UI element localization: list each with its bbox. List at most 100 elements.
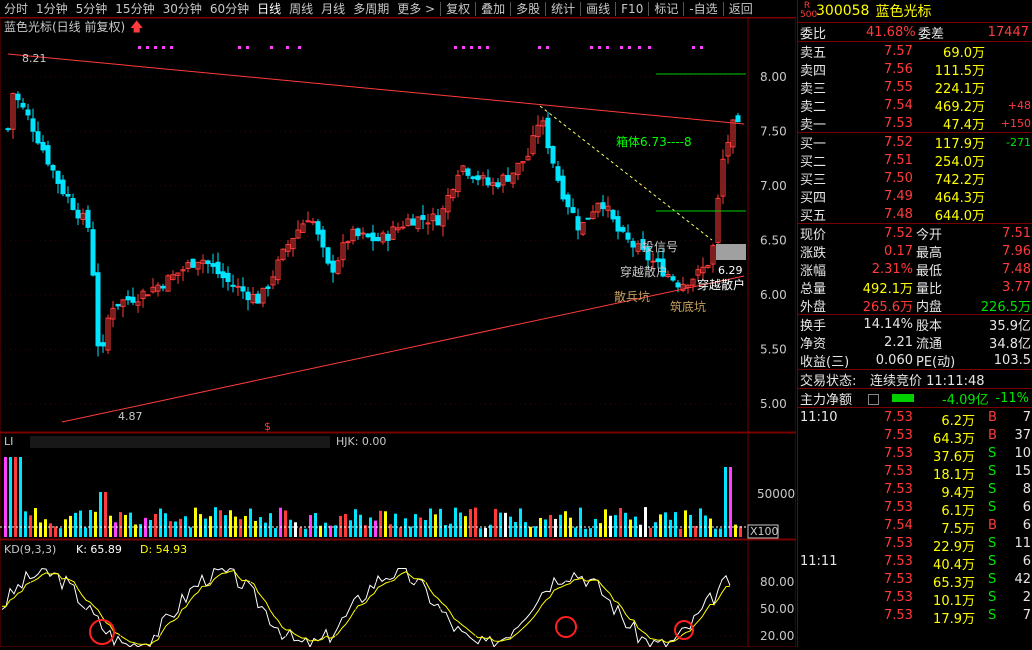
book-change: +48 (1007, 98, 1031, 112)
signal-markers (138, 46, 703, 49)
volume-bar (49, 523, 52, 537)
candle-body (575, 216, 581, 231)
kd-d-value: D: 54.93 (140, 543, 187, 556)
tick-volume: 40.4万 (933, 558, 975, 573)
volume-bar (89, 509, 92, 537)
list-icon[interactable] (868, 394, 879, 405)
toolbar-item-19[interactable]: 返回 (725, 1, 757, 17)
candle-body (55, 170, 61, 184)
candle-body (545, 117, 551, 149)
volume-bar (284, 510, 287, 537)
main-flow-row[interactable]: 主力净额 -4.09亿 -11% (798, 389, 1032, 408)
volume-bar (454, 507, 457, 537)
tick-time: 11:10 (800, 410, 838, 425)
candle-body (75, 209, 81, 219)
toolbar-item-5[interactable]: 60分钟 (206, 1, 253, 17)
candle-body (630, 240, 636, 248)
stat-value: 7.52 (884, 225, 913, 241)
tick-volume: 17.9万 (933, 612, 975, 627)
volume-bar (599, 523, 602, 537)
kline-chart[interactable]: 蓝色光标(日线 前复权) 🡅 8.21 4.87 6.29 箱体6.73----… (0, 17, 797, 648)
volume-title: LI (4, 435, 13, 448)
tick-price: 7.53 (884, 500, 913, 515)
asks-row[interactable]: 卖四 7.56 111.5万 (798, 60, 1032, 79)
tick-volume: 22.9万 (933, 540, 975, 555)
asks-row[interactable]: 卖三 7.55 224.1万 (798, 78, 1032, 97)
stock-name[interactable]: 蓝色光标 (875, 1, 931, 21)
bids-row[interactable]: 买三 7.50 742.2万 (798, 169, 1032, 188)
volume-bar (349, 520, 352, 537)
candle-body (735, 115, 741, 123)
candle-body (100, 342, 106, 347)
tick-row: 11:10 7.53 6.2万 B 7 (798, 410, 1032, 429)
toolbar-item-0[interactable]: 分时 (0, 1, 32, 17)
volume-bar (394, 513, 397, 537)
toolbar-item-2[interactable]: 5分钟 (72, 1, 112, 17)
ask-book: 卖五 7.57 69.0万 卖四 7.56 111.5万 卖三 7.55 224.1万 卖二 7.5… (798, 42, 1032, 133)
tick-side: B (988, 518, 997, 533)
candle-body (550, 146, 556, 164)
toolbar-item-4[interactable]: 30分钟 (159, 1, 206, 17)
volume-bar (134, 524, 137, 537)
toolbar-separator (580, 1, 582, 16)
toolbar-item-3[interactable]: 15分钟 (111, 1, 158, 17)
toolbar-item-7[interactable]: 周线 (285, 1, 317, 17)
toolbar-item-8[interactable]: 月线 (317, 1, 349, 17)
toolbar-item-10[interactable]: 更多 > (393, 1, 439, 17)
toolbar-item-14[interactable]: 统计 (547, 1, 579, 17)
volume-bar (224, 515, 227, 537)
volume-bar (304, 528, 307, 537)
volume-bar (589, 528, 592, 537)
asks-row[interactable]: 卖五 7.57 69.0万 (798, 42, 1032, 61)
volume-bar (84, 527, 87, 537)
stock-code[interactable]: 300058 (816, 3, 869, 19)
book-price: 7.50 (884, 170, 913, 186)
tick-count: 7 (1022, 608, 1031, 623)
stat-value: 2.31% (871, 261, 913, 277)
volume-bar (529, 526, 532, 537)
volume-bar (554, 518, 557, 537)
candle-body (240, 286, 246, 292)
volume-bar (4, 457, 7, 537)
toolbar-item-1[interactable]: 1分钟 (32, 1, 72, 17)
bids-row[interactable]: 买二 7.51 254.0万 (798, 151, 1032, 170)
volume-bar (704, 515, 707, 537)
tick-side: S (988, 572, 997, 587)
volume-bar (69, 515, 72, 537)
signal-marker (638, 46, 641, 49)
volume-bar (449, 523, 452, 537)
toolbar-item-9[interactable]: 多周期 (349, 1, 393, 17)
asks-row[interactable]: 卖二 7.54 469.2万 +48 (798, 96, 1032, 115)
toolbar-separator (722, 1, 724, 16)
toolbar-item-16[interactable]: F10 (617, 1, 647, 17)
bids-row[interactable]: 买五 7.48 644.0万 (798, 205, 1032, 224)
price-panel-frame (0, 17, 749, 433)
asks-row[interactable]: 卖一 7.53 47.4万 +150 (798, 114, 1032, 133)
volume-bar (719, 528, 722, 537)
stats-row: 外盘 265.6万 内盘 226.5万 (798, 296, 1032, 315)
tick-row: 7.53 22.9万 S 11 (798, 536, 1032, 555)
toolbar-item-6[interactable]: 日线 (253, 1, 285, 17)
stat-label: 换手 (800, 318, 827, 334)
chart-area[interactable]: 蓝色光标(日线 前复权) 🡅 8.21 4.87 6.29 箱体6.73----… (0, 17, 797, 648)
bids-row[interactable]: 买一 7.52 117.9万 -271 (798, 133, 1032, 152)
volume-bar (19, 457, 22, 537)
weibi-label: 委比 (800, 26, 827, 42)
toolbar-item-11[interactable]: 复权 (442, 1, 474, 17)
toolbar-item-17[interactable]: 标记 (650, 1, 682, 17)
tick-row: 11:11 7.53 40.4万 S 6 (798, 554, 1032, 573)
candle-body (670, 276, 676, 281)
candle-body (25, 109, 31, 116)
volume-bar (164, 513, 167, 537)
toolbar-item-12[interactable]: 叠加 (477, 1, 509, 17)
toolbar-item-18[interactable]: -自选 (685, 1, 721, 17)
stat-label: 股本 (916, 318, 943, 334)
book-label: 买四 (800, 190, 827, 206)
volume-bar (644, 507, 647, 537)
tick-count: 2 (1022, 590, 1031, 605)
volume-bar (514, 522, 517, 537)
bids-row[interactable]: 买四 7.49 464.3万 (798, 187, 1032, 206)
toolbar-item-15[interactable]: 画线 (582, 1, 614, 17)
volume-bar (579, 507, 582, 537)
toolbar-item-13[interactable]: 多股 (512, 1, 544, 17)
